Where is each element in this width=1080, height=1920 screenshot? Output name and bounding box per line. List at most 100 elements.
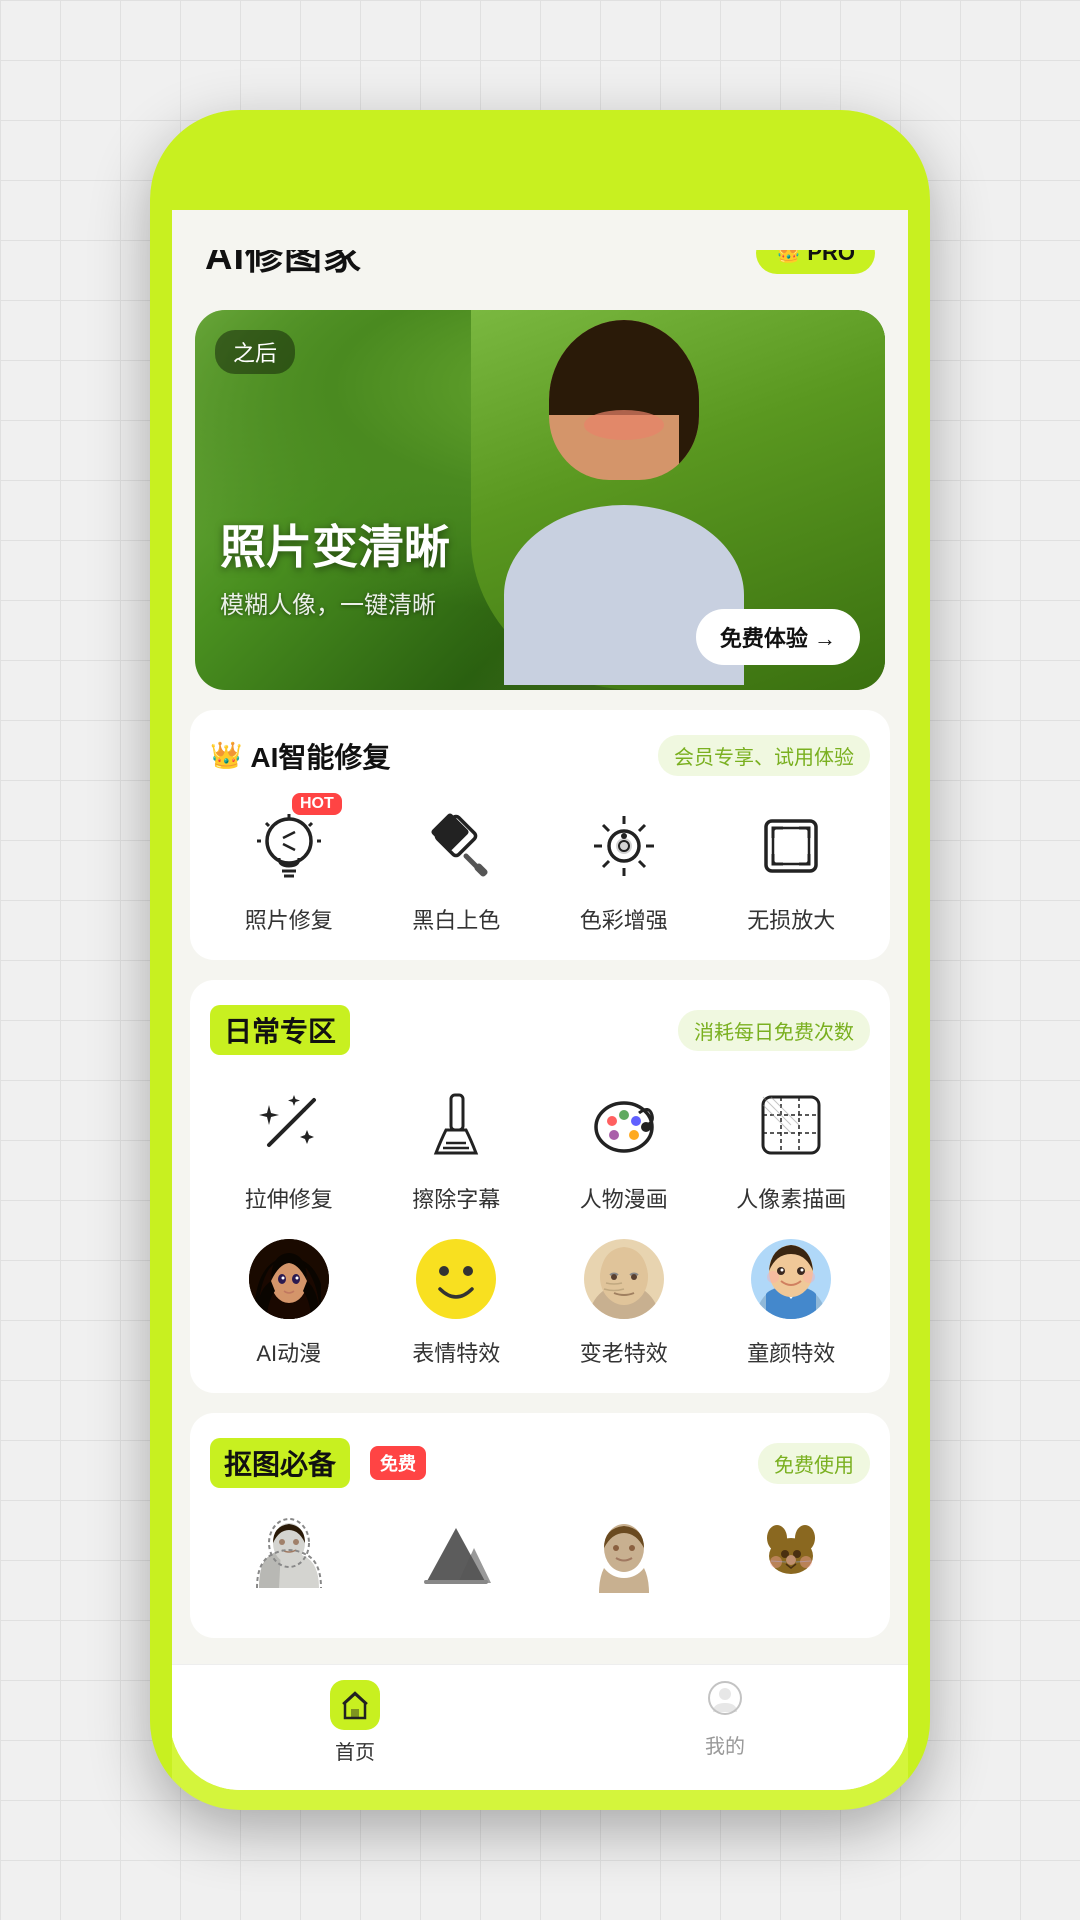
hero-subtitle: 模糊人像，一键清晰 xyxy=(220,585,450,620)
mountain-icon xyxy=(416,1518,496,1598)
smiley-icon xyxy=(416,1239,496,1319)
phone-wrapper: AI修图家 👑 PRO xyxy=(150,110,930,1810)
head-silhouette-icon xyxy=(584,1518,664,1598)
daily-item-2-label: 人物漫画 xyxy=(580,1182,668,1214)
sun-circle-icon xyxy=(584,806,664,886)
cutout-item-portrait[interactable] xyxy=(210,1513,368,1603)
daily-item-7-label: 童颜特效 xyxy=(747,1336,835,1368)
brush-broom-icon xyxy=(416,1085,496,1165)
daily-item-4-label: AI动漫 xyxy=(256,1336,321,1368)
ai-repair-section: 👑 AI智能修复 会员专享、试用体验 xyxy=(190,710,890,960)
daily-item-youth[interactable]: 童颜特效 xyxy=(713,1234,871,1368)
daily-item-erase[interactable]: 擦除字幕 xyxy=(378,1080,536,1214)
try-free-button[interactable]: 免费体验 → xyxy=(696,609,860,665)
ai-item-0-label: 照片修复 xyxy=(245,903,333,935)
home-icon xyxy=(340,1690,370,1720)
ai-item-enhance[interactable]: 色彩增强 xyxy=(545,801,703,935)
anime-avatar xyxy=(249,1239,329,1319)
youth-icon-wrap xyxy=(746,1234,836,1324)
left-accent xyxy=(150,210,172,1790)
nav-home-label: 首页 xyxy=(335,1736,375,1765)
child-face-icon xyxy=(751,1239,831,1319)
daily-badge: 消耗每日免费次数 xyxy=(678,1010,870,1051)
stretch-icon-wrap xyxy=(244,1080,334,1170)
sketch-icon-wrap xyxy=(746,1080,836,1170)
daily-section: 日常专区 消耗每日免费次数 xyxy=(190,980,890,1393)
portrait-cutout-icon xyxy=(249,1518,329,1598)
object-icon-wrap xyxy=(411,1513,501,1603)
hot-badge: HOT xyxy=(292,793,342,815)
daily-title: 日常专区 xyxy=(210,1005,350,1055)
comic-icon-wrap xyxy=(579,1080,669,1170)
enlarge-icon-wrap xyxy=(746,801,836,891)
head-icon-wrap xyxy=(579,1513,669,1603)
hero-banner[interactable]: 之后 照片变清晰 模糊人像，一键清晰 免费体验 → xyxy=(195,310,885,690)
cutout-item-head[interactable] xyxy=(545,1513,703,1603)
sketch-pattern-icon xyxy=(751,1085,831,1165)
right-accent xyxy=(908,210,930,1790)
ai-section-badge: 会员专享、试用体验 xyxy=(658,735,870,776)
cutout-icons-row xyxy=(210,1513,870,1613)
daily-item-6-label: 变老特效 xyxy=(580,1336,668,1368)
hero-title: 照片变清晰 xyxy=(220,511,450,577)
photo-repair-icon-wrap: HOT xyxy=(244,801,334,891)
old-face-icon xyxy=(584,1239,664,1319)
person-hair-top xyxy=(549,320,699,415)
ai-section-title: 👑 AI智能修复 xyxy=(210,736,390,776)
sparkle-wand-icon xyxy=(249,1085,329,1165)
daily-item-anime[interactable]: AI动漫 xyxy=(210,1234,368,1368)
ai-item-colorize[interactable]: 黑白上色 xyxy=(378,801,536,935)
portrait-icon-wrap xyxy=(244,1513,334,1603)
daily-item-comic[interactable]: 人物漫画 xyxy=(545,1080,703,1214)
after-label: 之后 xyxy=(215,330,295,374)
daily-item-0-label: 拉伸修复 xyxy=(245,1182,333,1214)
profile-nav-icon xyxy=(707,1680,743,1724)
nav-item-home[interactable]: 首页 xyxy=(170,1680,540,1765)
phone-screen: AI修图家 👑 PRO xyxy=(170,190,910,1790)
paint-diamond-icon xyxy=(416,806,496,886)
erase-icon-wrap xyxy=(411,1080,501,1170)
daily-item-age[interactable]: 变老特效 xyxy=(545,1234,703,1368)
daily-item-3-label: 人像素描画 xyxy=(736,1182,846,1214)
colorize-icon-wrap xyxy=(411,801,501,891)
daily-section-header: 日常专区 消耗每日免费次数 xyxy=(210,1005,870,1055)
cutout-section: 抠图必备 免费 免费使用 xyxy=(190,1413,890,1638)
daily-item-1-label: 擦除字幕 xyxy=(412,1182,500,1214)
nav-item-profile[interactable]: 我的 xyxy=(540,1680,910,1765)
animal-silhouette-icon xyxy=(751,1518,831,1598)
expand-icon xyxy=(751,806,831,886)
ai-section-header: 👑 AI智能修复 会员专享、试用体验 xyxy=(210,735,870,776)
anime-icon-wrap xyxy=(244,1234,334,1324)
daily-item-expression[interactable]: 表情特效 xyxy=(378,1234,536,1368)
paint-top-decoration xyxy=(150,110,930,250)
person-head xyxy=(549,320,699,480)
animal-icon-wrap xyxy=(746,1513,836,1603)
smile-face-icon xyxy=(416,1239,496,1319)
daily-item-stretch[interactable]: 拉伸修复 xyxy=(210,1080,368,1214)
daily-item-sketch[interactable]: 人像素描画 xyxy=(713,1080,871,1214)
profile-icon xyxy=(707,1680,743,1716)
screen-content[interactable]: AI修图家 👑 PRO xyxy=(170,190,910,1790)
age-icon-wrap xyxy=(579,1234,669,1324)
ai-item-2-label: 色彩增强 xyxy=(580,903,668,935)
palette-icon xyxy=(584,1085,664,1165)
hero-text-area: 照片变清晰 模糊人像，一键清晰 xyxy=(220,511,450,620)
cutout-item-object[interactable] xyxy=(378,1513,536,1603)
daily-feature-grid: 拉伸修复 擦 xyxy=(210,1080,870,1368)
lightbulb-icon xyxy=(249,806,329,886)
person-hair-side xyxy=(679,360,699,480)
daily-item-5-label: 表情特效 xyxy=(412,1336,500,1368)
cutout-section-header: 抠图必备 免费 免费使用 xyxy=(210,1438,870,1488)
cutout-item-animal[interactable] xyxy=(713,1513,871,1603)
anime-woman-icon xyxy=(249,1239,329,1319)
expression-icon-wrap xyxy=(411,1234,501,1324)
ai-item-photo-repair[interactable]: HOT 照片修复 xyxy=(210,801,368,935)
phone-frame: AI修图家 👑 PRO xyxy=(150,110,930,1810)
cutout-header-title-area: 抠图必备 免费 xyxy=(210,1438,426,1488)
ai-title-text: AI智能修复 xyxy=(250,736,390,776)
child-icon xyxy=(751,1239,831,1319)
ai-item-3-label: 无损放大 xyxy=(747,903,835,935)
ai-item-1-label: 黑白上色 xyxy=(412,903,500,935)
bottom-navigation: 首页 我的 xyxy=(170,1664,910,1790)
ai-item-enlarge[interactable]: 无损放大 xyxy=(713,801,871,935)
